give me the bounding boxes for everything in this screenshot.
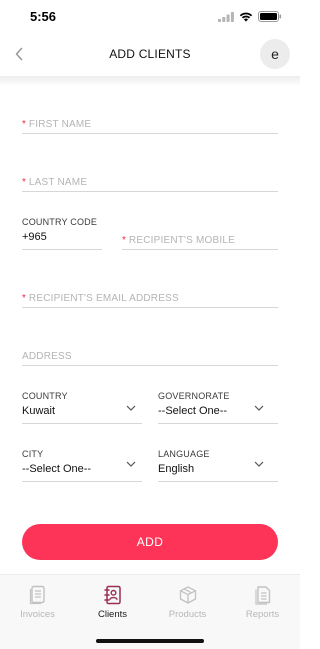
- tab-clients-label: Clients: [97, 609, 128, 620]
- language-value: English: [158, 463, 195, 475]
- last-name-placeholder: LAST NAME: [28, 177, 88, 188]
- avatar[interactable]: e: [260, 39, 290, 69]
- page-title: ADD CLIENTS: [109, 47, 191, 61]
- tab-reports[interactable]: Reports: [225, 585, 300, 620]
- country-code-value: +965: [22, 231, 47, 243]
- country-code-field[interactable]: +965: [22, 230, 102, 250]
- status-time: 5:56: [30, 9, 57, 24]
- city-value: --Select One--: [22, 463, 92, 475]
- address-placeholder: ADDRESS: [22, 351, 72, 362]
- recipient-mobile-placeholder: RECIPIENT'S MOBILE: [128, 235, 235, 246]
- chevron-down-icon: [254, 405, 264, 411]
- governorate-value: --Select One--: [158, 405, 228, 417]
- country-code-label: COUNTRY CODE: [22, 217, 98, 227]
- chevron-down-icon: [126, 461, 136, 467]
- tab-invoices-label: Invoices: [20, 609, 55, 620]
- status-bar: 5:56: [0, 0, 300, 34]
- language-label: LANGUAGE: [158, 449, 210, 459]
- first-name-placeholder: FIRST NAME: [28, 119, 92, 130]
- country-value: Kuwait: [22, 405, 56, 417]
- city-select[interactable]: --Select One--: [22, 461, 142, 482]
- tab-reports-label: Reports: [245, 609, 280, 620]
- status-icons: [218, 11, 282, 22]
- required-marker: *: [122, 235, 126, 246]
- country-label: COUNTRY: [22, 391, 68, 401]
- governorate-select[interactable]: --Select One--: [158, 404, 278, 424]
- add-button[interactable]: ADD: [22, 524, 278, 560]
- country-select[interactable]: Kuwait: [22, 404, 142, 424]
- chevron-down-icon: [254, 461, 264, 467]
- tab-products-label: Products: [168, 609, 207, 620]
- last-name-field[interactable]: * LAST NAME: [22, 172, 278, 192]
- governorate-label: GOVERNORATE: [158, 391, 230, 401]
- box-icon: [179, 586, 196, 604]
- language-select[interactable]: English: [158, 461, 278, 482]
- wifi-icon: [239, 12, 253, 22]
- reports-icon: [254, 586, 270, 605]
- first-name-field[interactable]: * FIRST NAME: [22, 114, 278, 134]
- chevron-down-icon: [126, 405, 136, 411]
- tab-bar: Invoices Clients Products Reports: [0, 574, 300, 649]
- recipient-email-placeholder: RECIPIENT'S EMAIL ADDRESS: [28, 293, 179, 304]
- document-icon: [29, 585, 45, 605]
- city-label: CITY: [22, 449, 44, 459]
- tab-clients[interactable]: Clients: [75, 585, 150, 620]
- address-field[interactable]: ADDRESS: [22, 346, 278, 366]
- tab-invoices[interactable]: Invoices: [0, 585, 75, 620]
- tab-products[interactable]: Products: [150, 585, 225, 620]
- required-marker: *: [22, 177, 26, 188]
- battery-icon: [258, 11, 282, 22]
- header-shadow: [0, 76, 300, 86]
- app-header: ADD CLIENTS e: [0, 34, 300, 76]
- contact-book-icon: [103, 585, 121, 605]
- required-marker: *: [22, 119, 26, 130]
- home-indicator: [96, 639, 204, 643]
- required-marker: *: [22, 293, 26, 304]
- recipient-email-field[interactable]: * RECIPIENT'S EMAIL ADDRESS: [22, 288, 278, 308]
- recipient-mobile-field[interactable]: * RECIPIENT'S MOBILE: [122, 230, 278, 250]
- cellular-signal-icon: [218, 11, 234, 22]
